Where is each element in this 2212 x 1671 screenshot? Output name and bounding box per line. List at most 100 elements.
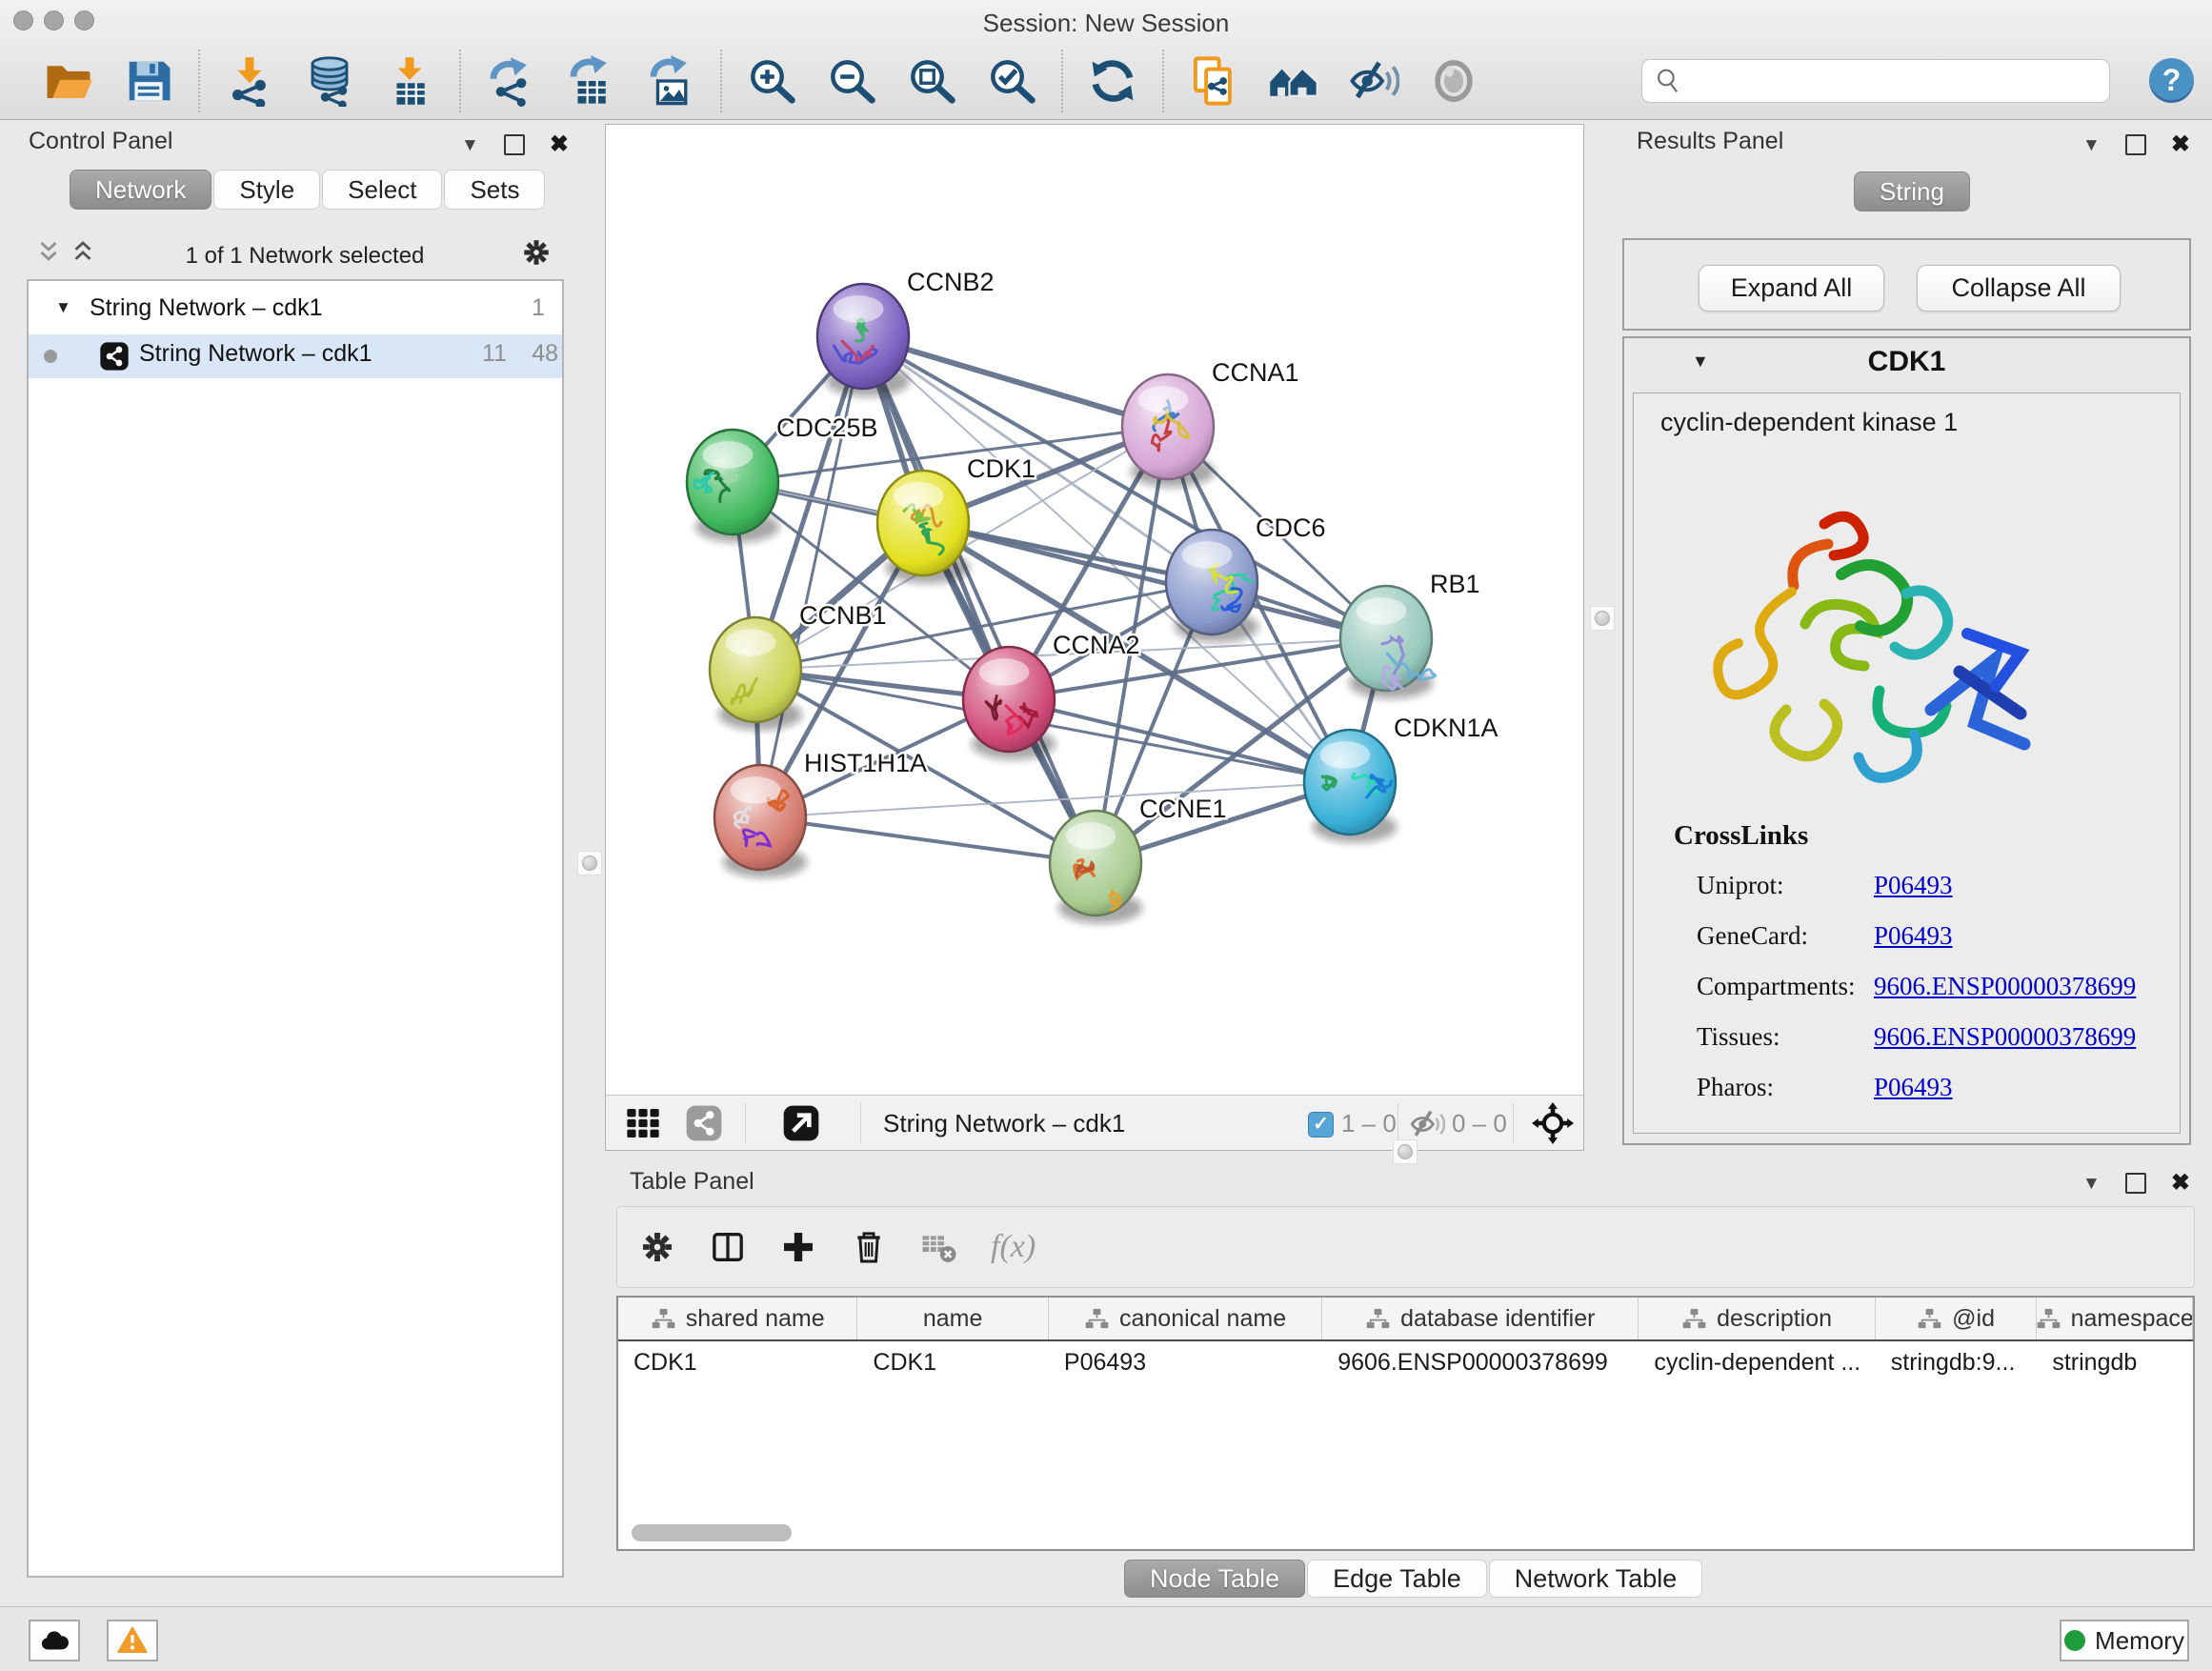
export-table-button[interactable] [563,53,618,109]
expand-all-tree-button[interactable] [69,238,97,267]
tab-node-table[interactable]: Node Table [1124,1560,1305,1598]
table-cell[interactable]: P06493 [1049,1349,1322,1377]
close-panel-icon[interactable]: ✖ [2171,133,2190,156]
crosslink-link[interactable]: 9606.ENSP00000378699 [1874,1022,2136,1052]
zoom-selected-button[interactable] [984,53,1039,109]
tab-network[interactable]: Network [70,170,211,210]
crosslink-link[interactable]: P06493 [1874,871,1953,900]
network-canvas[interactable]: CCNB2CCNA1CDC25BCDK1CDC6RB1CCNB1CCNA2CDK… [606,125,1583,1095]
table-row[interactable]: CDK1CDK1P064939606.ENSP00000378699cyclin… [618,1341,2193,1383]
network-edge[interactable] [1009,699,1350,782]
tab-edge-table[interactable]: Edge Table [1307,1560,1487,1598]
network-edge[interactable] [760,817,1096,863]
float-panel-icon[interactable]: ▼ [2082,1175,2101,1193]
refresh-view-button[interactable] [1085,53,1140,109]
network-collection-row[interactable]: ▼ String Network – cdk1 1 [29,292,562,334]
open-file-button[interactable] [41,53,96,109]
export-image-button[interactable] [643,53,698,109]
left-splitter-grip[interactable] [577,851,602,876]
cloud-button[interactable] [29,1620,80,1661]
right-splitter-grip[interactable] [1590,606,1615,631]
column-header-namespace[interactable]: namespace [2037,1298,2193,1339]
tab-network-table[interactable]: Network Table [1489,1560,1703,1598]
search-input[interactable] [1684,61,2109,101]
network-node-CDK1[interactable] [877,471,969,575]
network-node-RB1[interactable] [1340,586,1435,691]
collapse-all-button[interactable]: Collapse All [1917,265,2121,312]
zoom-out-button[interactable] [824,53,879,109]
expand-all-button[interactable]: Expand All [1699,265,1884,312]
show-all-button[interactable] [1426,53,1481,109]
network-edge[interactable] [863,336,1096,863]
memory-button[interactable]: Memory [2060,1620,2189,1661]
maximize-panel-icon[interactable] [2125,134,2146,155]
hide-selected-button[interactable] [1346,53,1401,109]
zoom-in-button[interactable] [744,53,799,109]
crosslink-link[interactable]: P06493 [1874,1073,1953,1102]
float-panel-icon[interactable]: ▼ [461,136,479,154]
tab-style[interactable]: Style [213,170,320,210]
tab-sets[interactable]: Sets [444,170,545,210]
column-header-name[interactable]: name [857,1298,1049,1339]
import-table-button[interactable] [382,53,437,109]
birds-eye-view-icon[interactable] [1532,1102,1574,1144]
close-panel-icon[interactable]: ✖ [550,133,569,156]
help-button[interactable]: ? [2149,58,2194,103]
hidden-elements-icon[interactable] [1409,1106,1445,1142]
table-cell[interactable]: CDK1 [618,1349,857,1377]
table-cell[interactable]: CDK1 [857,1349,1049,1377]
table-settings-gear-icon[interactable] [638,1228,676,1266]
network-node-CDC6[interactable] [1166,530,1257,634]
float-panel-icon[interactable]: ▼ [2082,136,2101,154]
network-node-CCNB1[interactable] [710,617,801,722]
network-edge[interactable] [760,336,863,817]
first-neighbors-button[interactable] [1266,53,1321,109]
network-options-button[interactable] [520,236,553,269]
table-cell[interactable]: stringdb:9... [1876,1349,2038,1377]
network-share-icon[interactable] [685,1104,723,1142]
network-node-CDKN1A[interactable] [1304,730,1396,835]
network-node-CCNE1[interactable] [1050,811,1141,916]
function-builder-icon[interactable]: f(x) [991,1229,1036,1265]
delete-table-icon[interactable] [920,1228,958,1266]
tree-expander-icon[interactable]: ▼ [55,298,71,317]
column-header-database-identifier[interactable]: database identifier [1322,1298,1639,1339]
collapse-all-tree-button[interactable] [34,238,63,267]
horizontal-scrollbar-thumb[interactable] [632,1524,792,1541]
network-node-CCNB2[interactable] [817,284,909,389]
warnings-button[interactable] [107,1620,158,1661]
column-header-description[interactable]: description [1639,1298,1875,1339]
column-header-canonical-name[interactable]: canonical name [1049,1298,1322,1339]
duplicate-network-button[interactable] [1186,53,1241,109]
network-node-CCNA1[interactable] [1122,374,1214,479]
network-node-CCNA2[interactable] [963,647,1055,752]
import-network-button[interactable] [222,53,277,109]
close-panel-icon[interactable]: ✖ [2171,1172,2190,1195]
view-grid-icon[interactable] [624,1104,662,1142]
column-header-shared-name[interactable]: shared name [618,1298,857,1339]
tab-select[interactable]: Select [322,170,442,210]
import-database-button[interactable] [302,53,357,109]
search-box[interactable] [1641,59,2110,103]
column-header-@id[interactable]: @id [1876,1298,2038,1339]
show-columns-icon[interactable] [709,1228,747,1266]
maximize-panel-icon[interactable] [504,134,525,155]
table-cell[interactable]: stringdb [2037,1349,2193,1377]
crosslink-link[interactable]: 9606.ENSP00000378699 [1874,972,2136,1001]
detach-view-icon[interactable] [782,1104,820,1142]
network-row-selected[interactable]: String Network – cdk1 11 48 [29,334,562,378]
bottom-splitter-grip[interactable] [1393,1139,1418,1164]
zoom-fit-button[interactable] [904,53,959,109]
crosslink-link[interactable]: P06493 [1874,921,1953,951]
delete-column-icon[interactable] [850,1228,888,1266]
tab-string[interactable]: String [1854,171,1970,211]
export-network-button[interactable] [483,53,538,109]
save-session-button[interactable] [121,53,176,109]
table-cell[interactable]: 9606.ENSP00000378699 [1322,1349,1639,1377]
network-node-CDC25B[interactable] [687,430,778,534]
add-column-icon[interactable] [779,1228,817,1266]
network-node-HIST1H1A[interactable] [714,765,806,870]
table-cell[interactable]: cyclin-dependent ... [1639,1349,1875,1377]
selected-nodes-checkbox[interactable]: ✓ [1308,1112,1334,1137]
maximize-panel-icon[interactable] [2125,1173,2146,1194]
